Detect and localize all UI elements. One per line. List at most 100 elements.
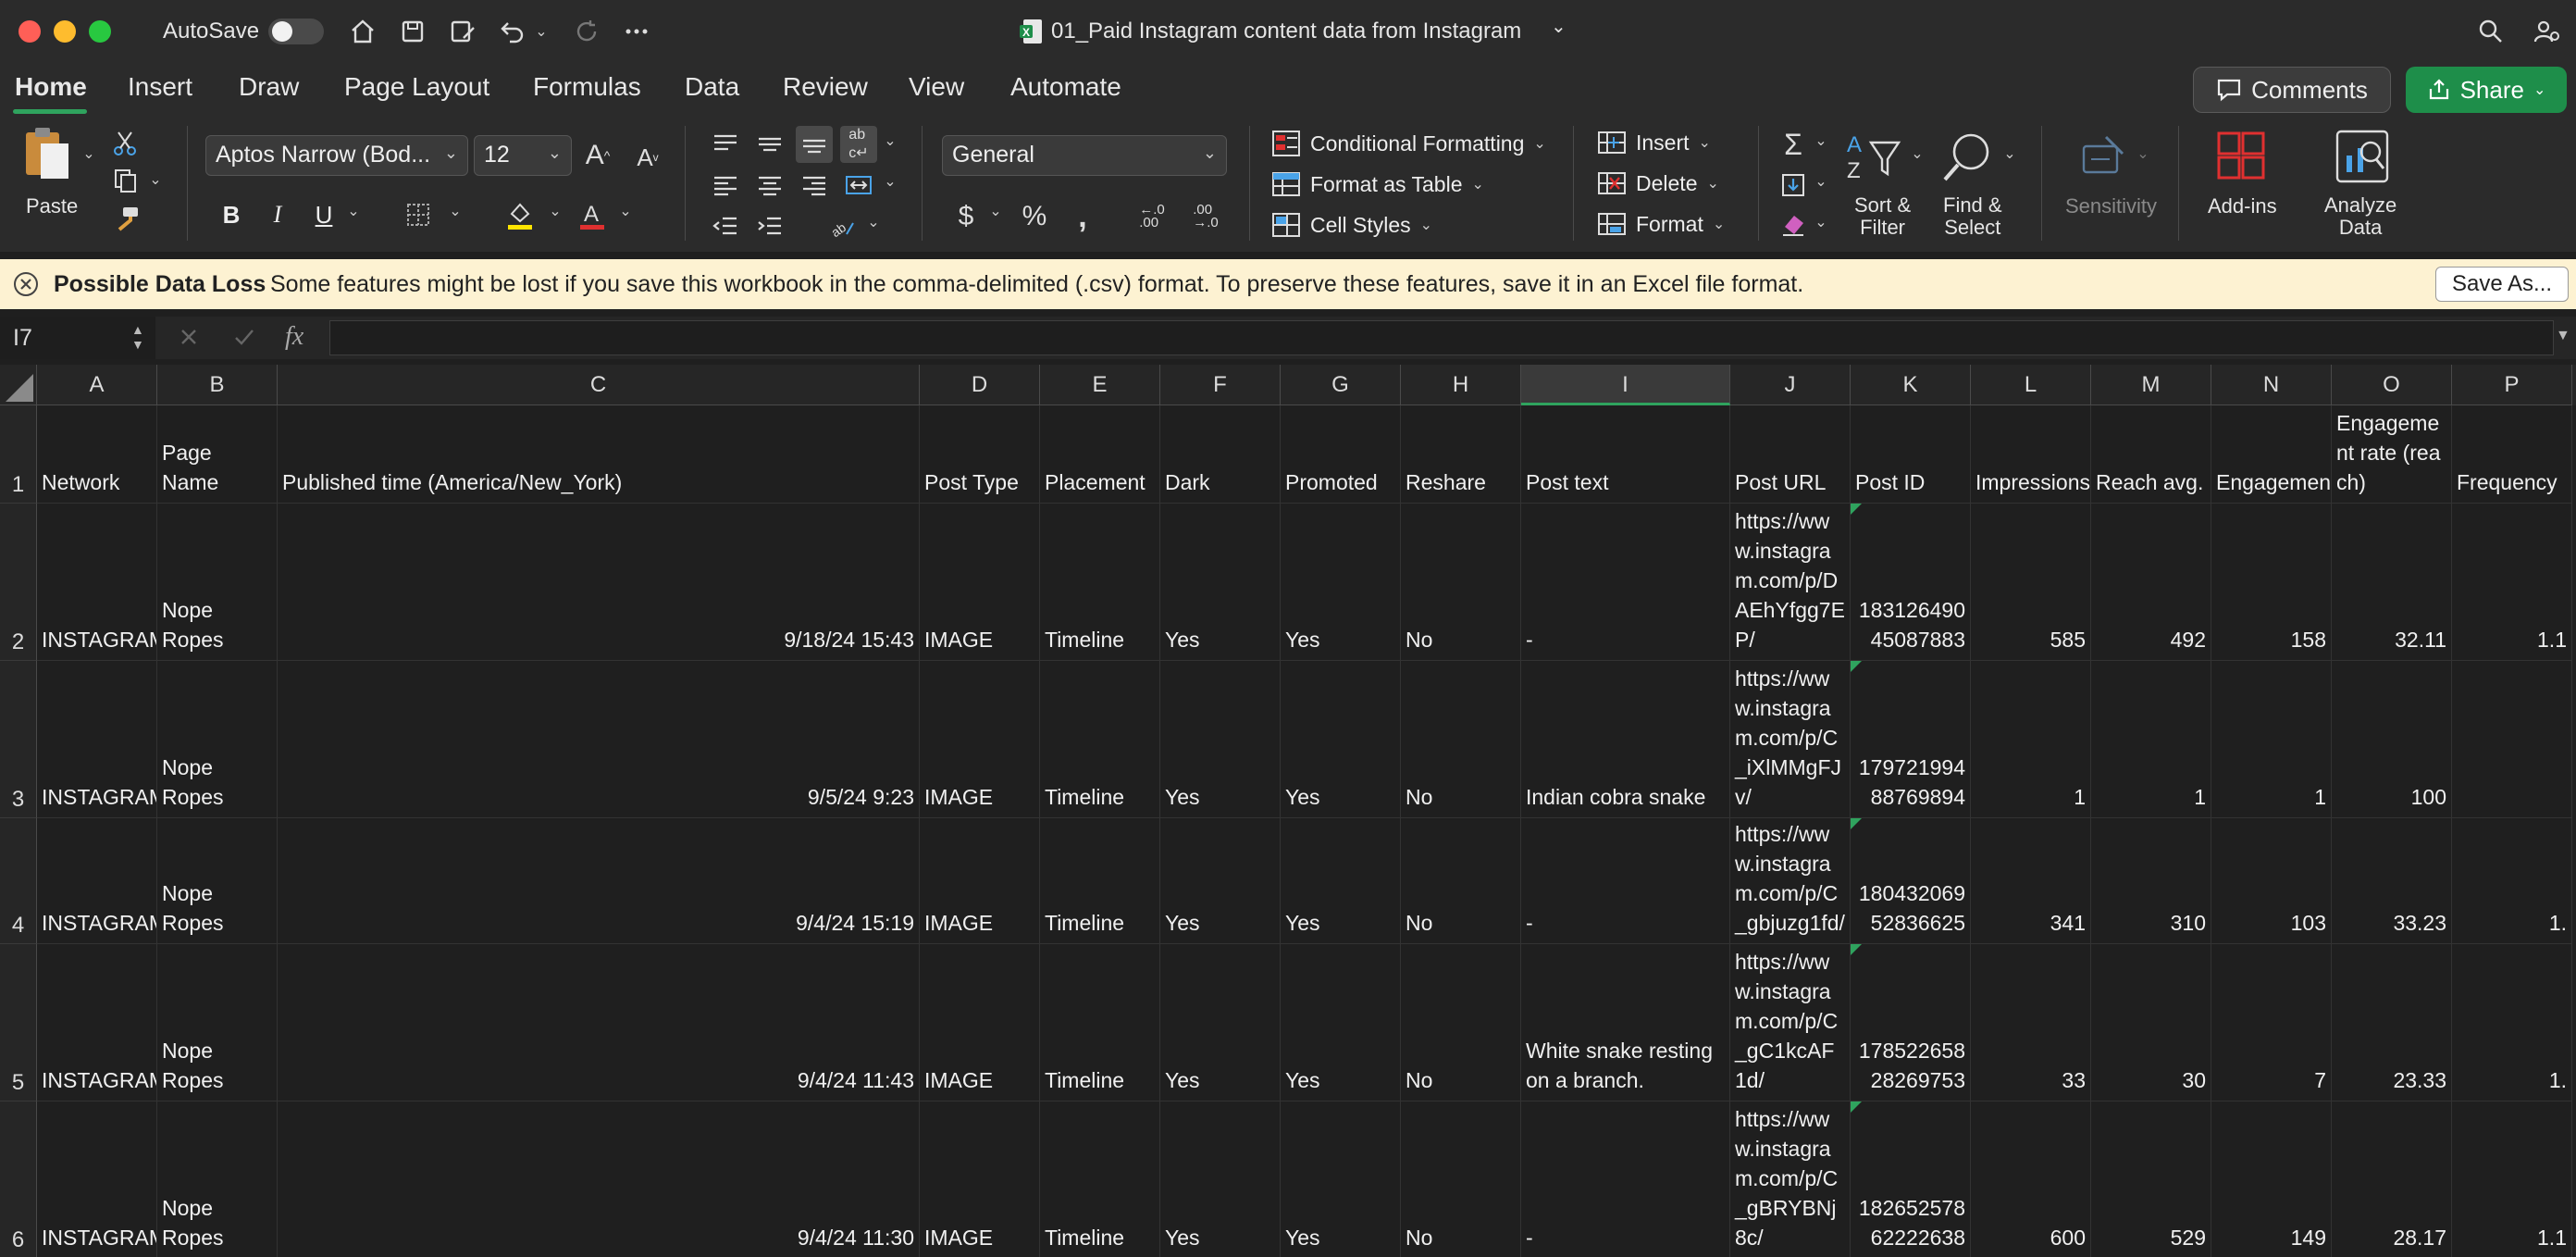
cell-a2[interactable]: INSTAGRAM — [37, 504, 157, 661]
close-window-button[interactable] — [19, 20, 41, 43]
cell-j2[interactable]: https://www.instagram.com/p/DAEhYfgg7EP/ — [1730, 504, 1851, 661]
row-header-2[interactable]: 2 — [0, 504, 37, 661]
cell-a3[interactable]: INSTAGRAM — [37, 661, 157, 818]
underline-dropdown-icon[interactable]: ⌄ — [344, 202, 363, 220]
font-size-dropdown[interactable]: 12 ⌄ — [474, 135, 572, 176]
cell-l5[interactable]: 33 — [1971, 944, 2091, 1101]
zoom-window-button[interactable] — [89, 20, 111, 43]
save-as-button[interactable]: Save As... — [2435, 267, 2569, 302]
increase-font-size-icon[interactable]: A ^ — [579, 137, 616, 174]
tab-draw[interactable]: Draw — [239, 72, 299, 102]
cell-a6[interactable]: INSTAGRAM — [37, 1101, 157, 1257]
cell-l3[interactable]: 1 — [1971, 661, 2091, 818]
cell-m2[interactable]: 492 — [2091, 504, 2211, 661]
cell-d6[interactable]: IMAGE — [920, 1101, 1040, 1257]
row-header-1[interactable]: 1 — [0, 405, 37, 504]
expand-formula-bar-icon[interactable]: ▼ — [2556, 328, 2570, 344]
underline-button[interactable]: U — [307, 198, 341, 231]
title-chevron-icon[interactable]: ⌄ — [1551, 15, 1567, 38]
wrap-text-icon[interactable]: ab c↵ — [840, 126, 877, 163]
column-header-h[interactable]: H — [1401, 365, 1521, 405]
tab-view[interactable]: View — [909, 72, 964, 102]
cell-g6[interactable]: Yes — [1281, 1101, 1401, 1257]
cell-d5[interactable]: IMAGE — [920, 944, 1040, 1101]
select-all-button[interactable] — [0, 365, 37, 405]
save-icon[interactable] — [394, 13, 431, 50]
cell-c6[interactable]: 9/4/24 11:30 — [278, 1101, 920, 1257]
cell-n3[interactable]: 1 — [2211, 661, 2332, 818]
cell-e3[interactable]: Timeline — [1040, 661, 1160, 818]
enter-icon[interactable] — [231, 324, 257, 355]
cell-a4[interactable]: INSTAGRAM — [37, 818, 157, 944]
conditional-formatting-button[interactable]: Conditional Formatting ⌄ — [1271, 130, 1546, 157]
column-header-d[interactable]: D — [920, 365, 1040, 405]
merge-center-icon[interactable] — [840, 167, 877, 204]
cell-h1[interactable]: Reshare — [1401, 405, 1521, 504]
column-header-f[interactable]: F — [1160, 365, 1281, 405]
align-center-icon[interactable] — [751, 167, 788, 204]
cell-k4[interactable]: 18043206952836625 — [1851, 818, 1971, 944]
cell-g2[interactable]: Yes — [1281, 504, 1401, 661]
cell-j1[interactable]: Post URL — [1730, 405, 1851, 504]
cell-p1[interactable]: Frequency — [2452, 405, 2572, 504]
tab-page-layout[interactable]: Page Layout — [344, 72, 489, 102]
cell-d2[interactable]: IMAGE — [920, 504, 1040, 661]
accounting-format-icon[interactable]: $ — [947, 198, 985, 235]
cell-b3[interactable]: Nope Ropes — [157, 661, 278, 818]
column-header-k[interactable]: K — [1851, 365, 1971, 405]
analyze-data-label[interactable]: Analyze Data — [2324, 194, 2396, 239]
align-bottom-icon[interactable] — [796, 126, 833, 163]
cell-j5[interactable]: https://www.instagram.com/p/C_gC1kcAF1d/ — [1730, 944, 1851, 1101]
borders-icon[interactable] — [400, 198, 437, 231]
row-header-6[interactable]: 6 — [0, 1101, 37, 1257]
cell-n5[interactable]: 7 — [2211, 944, 2332, 1101]
cell-f3[interactable]: Yes — [1160, 661, 1281, 818]
cell-p4[interactable]: 1. — [2452, 818, 2572, 944]
column-header-o[interactable]: O — [2332, 365, 2452, 405]
decrease-indent-icon[interactable] — [707, 207, 744, 244]
autosum-dropdown-icon[interactable]: ⌄ — [1812, 131, 1830, 150]
name-box-stepper-icon[interactable]: ▲ ▼ — [131, 322, 144, 352]
find-select-dropdown-icon[interactable]: ⌄ — [2000, 144, 2019, 163]
cell-n1[interactable]: Engagements — [2211, 405, 2332, 504]
document-title[interactable]: 01_Paid Instagram content data from Inst… — [1051, 19, 1521, 44]
cell-a1[interactable]: Network — [37, 405, 157, 504]
cell-o6[interactable]: 28.17 — [2332, 1101, 2452, 1257]
cell-c3[interactable]: 9/5/24 9:23 — [278, 661, 920, 818]
autosum-icon[interactable]: Σ — [1777, 128, 1810, 161]
find-select-label[interactable]: Find & Select — [1943, 194, 2002, 239]
format-cells-button[interactable]: Format ⌄ — [1597, 211, 1725, 237]
cell-l4[interactable]: 341 — [1971, 818, 2091, 944]
cell-l1[interactable]: Impressions — [1971, 405, 2091, 504]
fill-icon[interactable] — [1777, 168, 1810, 202]
format-painter-icon[interactable] — [109, 205, 142, 233]
undo-icon[interactable] — [494, 13, 531, 50]
column-header-j[interactable]: J — [1730, 365, 1851, 405]
cell-k2[interactable]: 18312649045087883 — [1851, 504, 1971, 661]
font-color-dropdown-icon[interactable]: ⌄ — [616, 202, 635, 220]
cell-p2[interactable]: 1.1 — [2452, 504, 2572, 661]
cell-e6[interactable]: Timeline — [1040, 1101, 1160, 1257]
cell-c2[interactable]: 9/18/24 15:43 — [278, 504, 920, 661]
comma-style-icon[interactable]: , — [1064, 198, 1101, 235]
add-ins-icon[interactable] — [2213, 128, 2269, 183]
cell-j4[interactable]: https://www.instagram.com/p/C_gbjuzg1fd/ — [1730, 818, 1851, 944]
cell-f2[interactable]: Yes — [1160, 504, 1281, 661]
cell-g4[interactable]: Yes — [1281, 818, 1401, 944]
cell-i6[interactable]: - — [1521, 1101, 1730, 1257]
italic-button[interactable]: I — [261, 198, 294, 231]
row-header-4[interactable]: 4 — [0, 818, 37, 944]
tab-automate[interactable]: Automate — [1010, 72, 1121, 102]
cell-p5[interactable]: 1. — [2452, 944, 2572, 1101]
align-left-icon[interactable] — [707, 167, 744, 204]
sort-filter-label[interactable]: Sort & Filter — [1854, 194, 1911, 239]
number-as-text-indicator[interactable] — [1851, 818, 1862, 829]
delete-cells-button[interactable]: Delete ⌄ — [1597, 170, 1719, 196]
number-as-text-indicator[interactable] — [1851, 504, 1862, 515]
cell-h4[interactable]: No — [1401, 818, 1521, 944]
cell-o1[interactable]: Engagement rate (reach) — [2332, 405, 2452, 504]
fill-dropdown-icon[interactable]: ⌄ — [1812, 172, 1830, 191]
column-header-a[interactable]: A — [37, 365, 157, 405]
column-header-c[interactable]: C — [278, 365, 920, 405]
cell-f4[interactable]: Yes — [1160, 818, 1281, 944]
